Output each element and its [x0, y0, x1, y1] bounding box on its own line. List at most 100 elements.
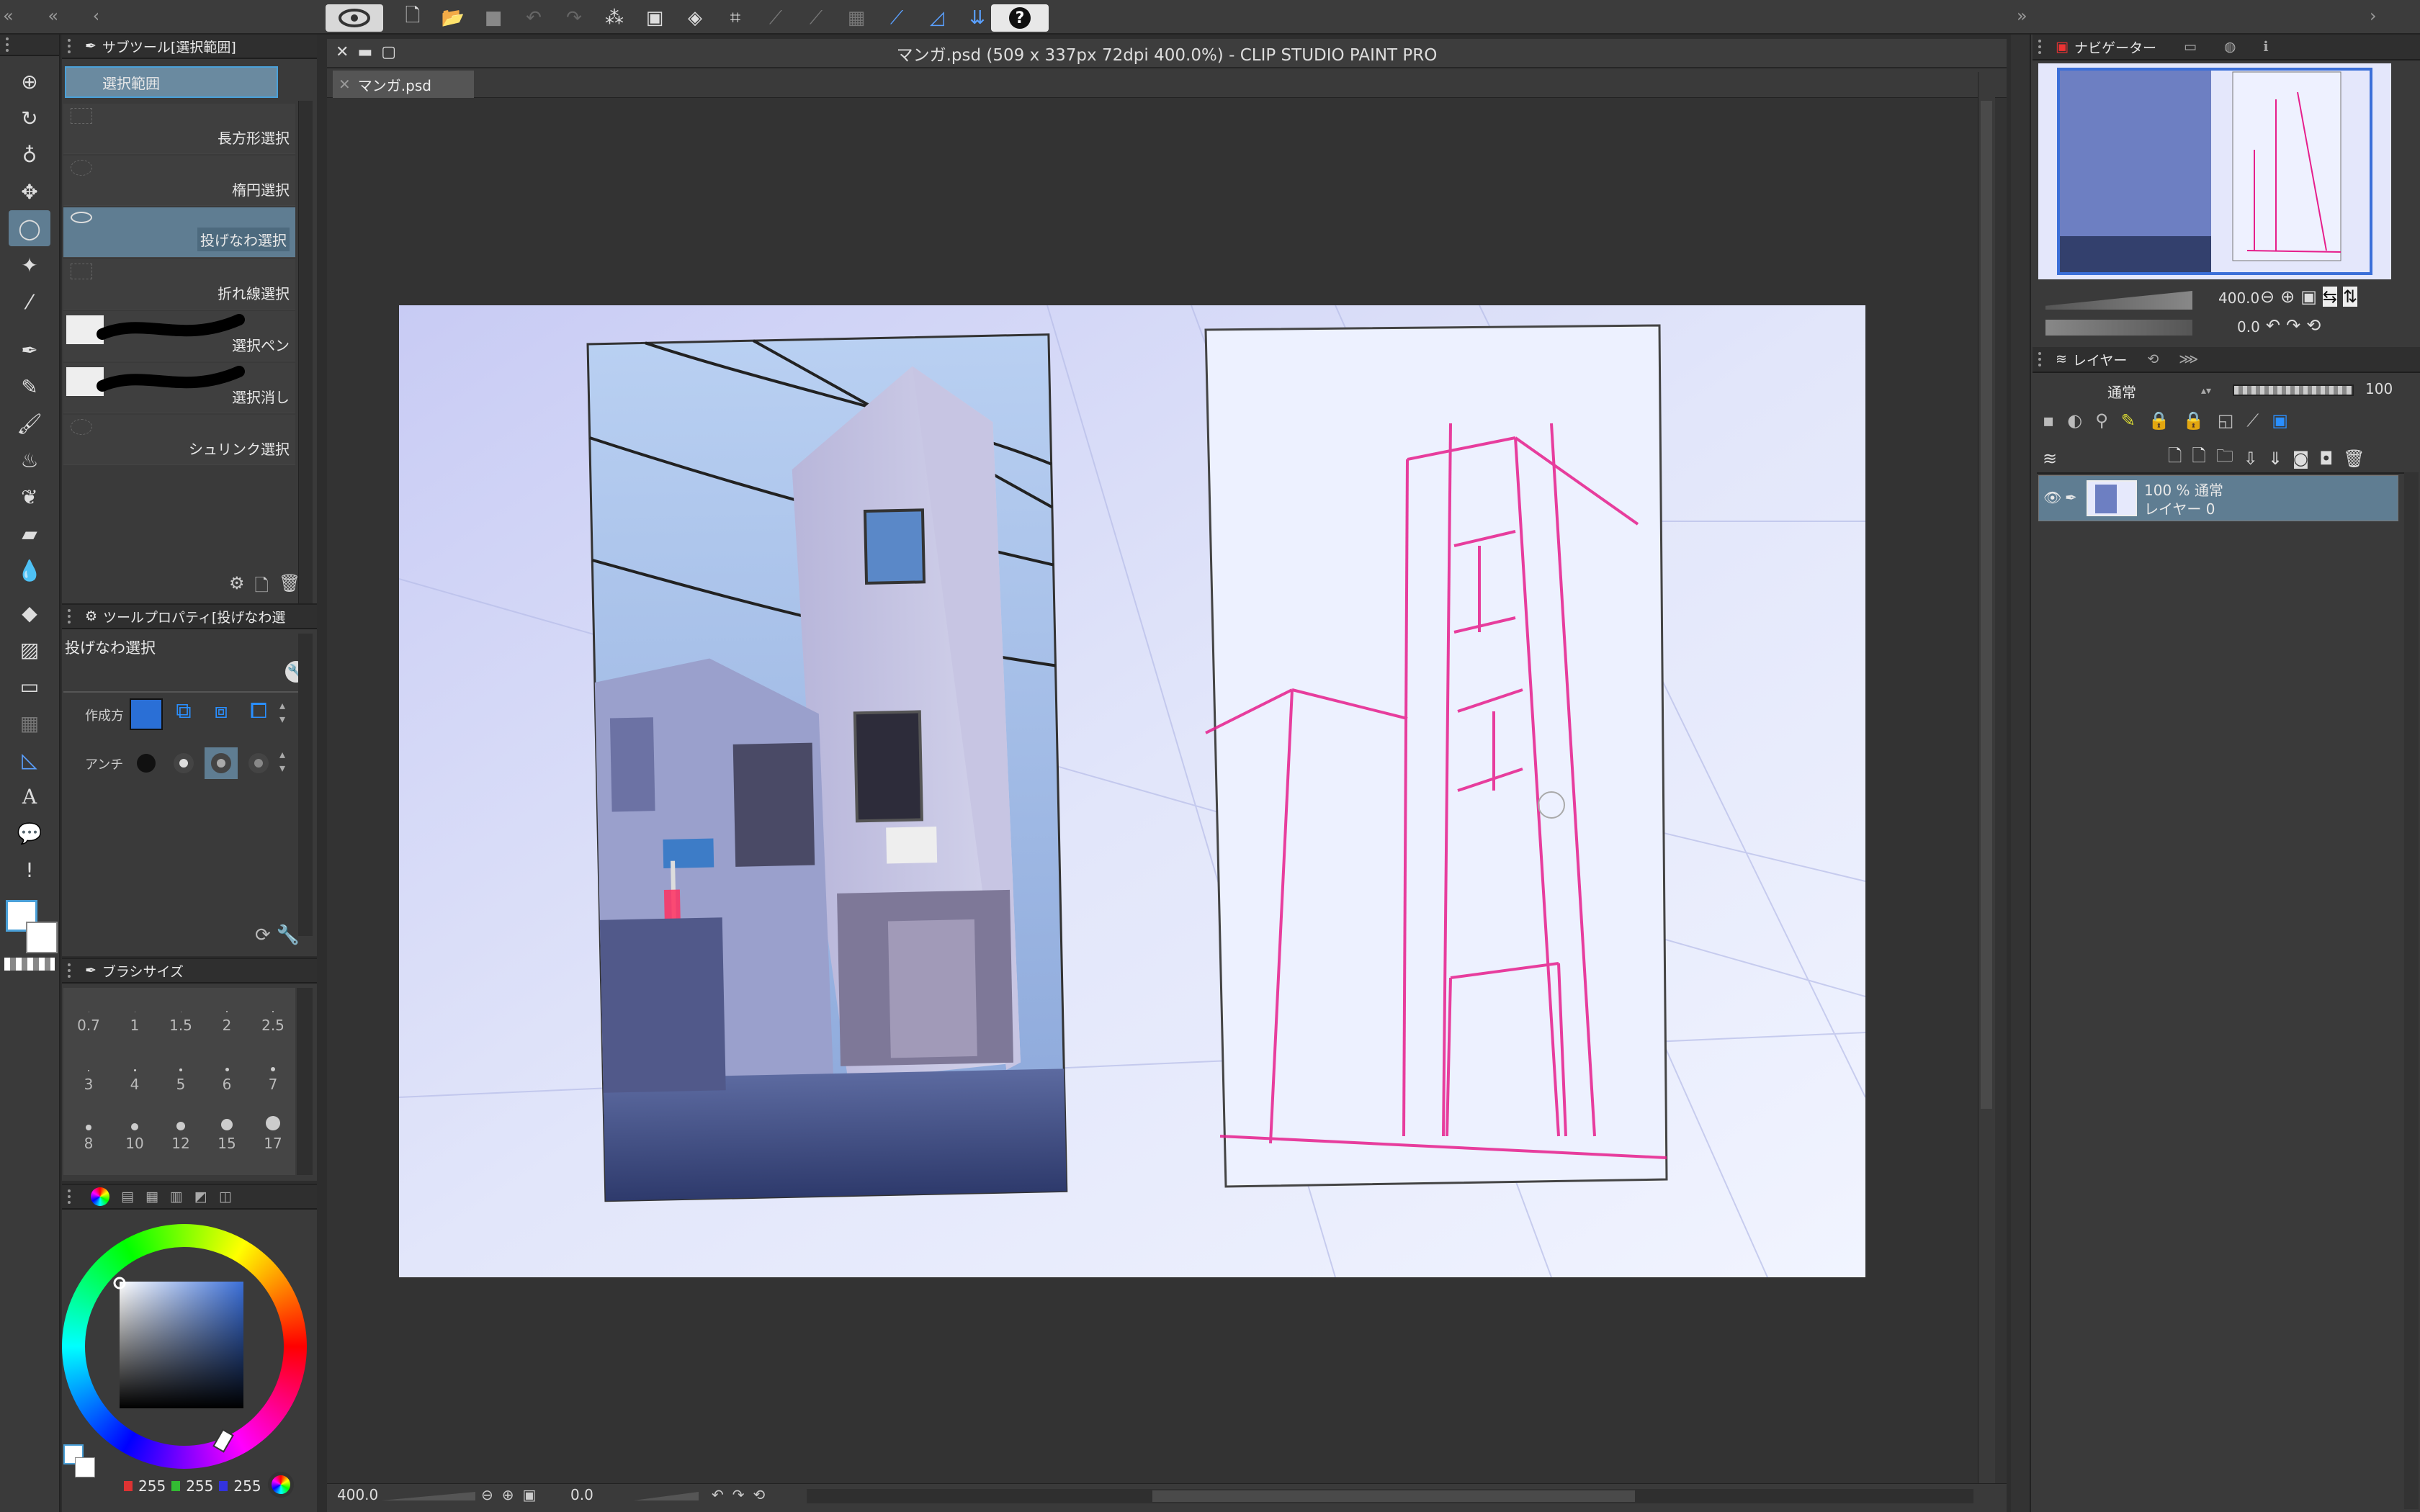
maximize-window-icon[interactable]: ▢ [381, 43, 396, 61]
navigator-preview[interactable] [2038, 63, 2391, 279]
brush-size-preset[interactable]: 1.5 [160, 991, 202, 1048]
brush-size-preset[interactable]: 17 [252, 1109, 294, 1166]
minimize-window-icon[interactable]: ▬ [357, 43, 372, 61]
reference-layer-icon[interactable]: ⚲ [2095, 410, 2108, 431]
canvas-tab[interactable]: ✕ マンガ.psd [333, 71, 474, 98]
search-layer-tab-icon[interactable]: ⋙ [2179, 351, 2198, 367]
layer-property-tab-icon[interactable]: ⟲ [2147, 351, 2159, 367]
fill-tool-icon[interactable]: ◆ [9, 595, 50, 631]
left-collapse-icons[interactable]: « « ‹ [3, 6, 114, 26]
new-raster-layer-icon[interactable]: 🗋 [2168, 444, 2182, 473]
brush-size-preset[interactable]: 5 [160, 1050, 202, 1107]
combine-down-icon[interactable]: ⇓ [2268, 449, 2282, 469]
info-tab-icon[interactable]: ℹ [2264, 39, 2269, 55]
color-sub-swatch-small[interactable] [75, 1457, 95, 1477]
rotate-left-icon[interactable]: ↶ [712, 1486, 724, 1503]
zoom-value[interactable]: 400.0 [337, 1486, 378, 1503]
auto-select-tool-icon[interactable]: ✦ [9, 247, 50, 283]
navigator-rotation-value[interactable]: 0.0 [2237, 318, 2260, 336]
navigator-title[interactable]: ナビゲーター [2074, 37, 2156, 57]
antialias-strong-button[interactable] [242, 747, 275, 779]
navigator-rotate-right-icon[interactable]: ↷ [2286, 315, 2300, 336]
antialias-weak-button[interactable] [167, 747, 200, 779]
color-wheel-tab-icon[interactable] [91, 1187, 109, 1206]
deselect-icon[interactable]: ⁂ [599, 3, 629, 33]
create-mode-stepper[interactable]: ▴ ▾ [279, 698, 292, 730]
subtool-rect-select[interactable]: 長方形選択 [63, 104, 295, 154]
special-ruler-snap-icon[interactable]: ⟋ [801, 3, 831, 33]
brush-size-preset[interactable]: 15 [206, 1109, 248, 1166]
zoom-in-icon[interactable]: ⊕ [502, 1486, 514, 1503]
antialias-medium-button[interactable] [205, 747, 238, 779]
app-logo-button[interactable] [326, 4, 383, 32]
blend-tool-icon[interactable]: 💧 [9, 552, 50, 588]
zoom-tool-icon[interactable]: ⊕ [9, 63, 50, 99]
opacity-value[interactable]: 100 [2365, 380, 2393, 397]
airbrush-tool-icon[interactable]: ♨ [9, 442, 50, 478]
transparent-color-swatch[interactable] [4, 958, 55, 971]
brush-size-preset[interactable]: 3 [68, 1050, 109, 1107]
right-collapse-icons[interactable]: » [2017, 6, 2027, 26]
pencil-tool-icon[interactable]: ✎ [9, 369, 50, 405]
navigator-zoom-in-icon[interactable]: ⊕ [2280, 287, 2295, 307]
layer-row[interactable]: 👁 ✒ 100 % 通常 レイヤー 0 [2038, 475, 2398, 521]
navigator-reset-rotation-icon[interactable]: ⟲ [2306, 315, 2321, 336]
rotate-right-icon[interactable]: ↷ [732, 1486, 745, 1503]
subtract-selection-button[interactable]: ⧈ [205, 698, 238, 730]
subtool-scrollbar[interactable] [298, 101, 313, 605]
sub-tool-detail-icon[interactable]: 🔧 [277, 924, 300, 946]
approx-color-tab-icon[interactable]: ◩ [194, 1189, 207, 1205]
navigator-rotation-slider[interactable] [2045, 320, 2192, 336]
layer-tab-icon[interactable]: ≋ [2056, 351, 2067, 367]
layer-color-icon[interactable]: ◐ [2067, 410, 2082, 431]
delete-layer-icon[interactable]: 🗑 [2343, 449, 2365, 469]
save-icon[interactable]: ■ [478, 3, 508, 33]
ruler-tool-icon[interactable]: ◺ [9, 742, 50, 778]
navigator-tab-icon[interactable]: ▣ [2056, 39, 2069, 55]
gradient-tool-icon[interactable]: ▨ [9, 631, 50, 667]
subtool-group-tab[interactable]: 選択範囲 [65, 66, 278, 98]
subtool-polyline-select[interactable]: 折れ線選択 [63, 259, 295, 310]
canvas-vertical-scroll-thumb[interactable] [1981, 101, 1992, 1109]
fit-view-icon[interactable]: ▣ [523, 1486, 537, 1503]
move-layer-tool-icon[interactable]: ✥ [9, 174, 50, 210]
perspective-ruler-icon[interactable]: ⟋ [882, 3, 912, 33]
brush-size-preset[interactable]: 12 [160, 1109, 202, 1166]
undo-icon[interactable]: ↶ [519, 3, 549, 33]
create-mask-icon[interactable]: ◙ [2293, 449, 2309, 469]
brush-size-preset[interactable]: 7 [252, 1050, 294, 1107]
item-bank-tab-icon[interactable]: ◍ [2224, 39, 2236, 55]
subtool-selection-eraser[interactable]: 選択消し [63, 363, 295, 413]
color-history-tab-icon[interactable]: ◫ [219, 1189, 232, 1205]
layer-panel-title[interactable]: レイヤー [2073, 350, 2127, 369]
brush-size-preset[interactable]: 10 [114, 1109, 156, 1166]
antialias-stepper[interactable]: ▴ ▾ [279, 747, 292, 779]
navigator-zoom-value[interactable]: 400.0 [2218, 289, 2259, 307]
sub-color-swatch[interactable] [26, 922, 58, 953]
reset-rotation-icon[interactable]: ⟲ [753, 1486, 766, 1503]
intermediate-color-tab-icon[interactable]: ▥ [170, 1189, 183, 1205]
navigator-flip-v-icon[interactable]: ⇅ [2343, 287, 2358, 307]
horizontal-scroll-thumb[interactable] [1152, 1490, 1635, 1502]
layer-mask-icon[interactable]: ▣ [2272, 410, 2288, 431]
reset-icon[interactable]: ⟳ [255, 924, 271, 946]
apply-mask-icon[interactable]: ◘ [2319, 449, 2333, 469]
lock-transparency-icon[interactable]: 🔒 [2183, 410, 2205, 431]
create-new-selection-button[interactable] [130, 698, 163, 730]
ruler-layer-icon[interactable]: ⟋ [2246, 410, 2259, 431]
rotation-value[interactable]: 0.0 [570, 1486, 593, 1503]
expression-color-icon[interactable]: ▪ [2043, 410, 2054, 431]
eyedropper-tool-icon[interactable]: ⁄ [9, 284, 50, 320]
right-collapse-arrow[interactable]: › [2370, 6, 2377, 26]
zoom-out-icon[interactable]: ⊖ [481, 1486, 493, 1503]
new-vector-layer-icon[interactable]: 🗋 [2192, 444, 2205, 473]
sub-view-tab-icon[interactable]: ▭ [2184, 39, 2197, 55]
crop-icon[interactable]: ▣ [640, 3, 670, 33]
close-window-icon[interactable]: ✕ [336, 43, 349, 61]
fill-icon[interactable]: ◈ [680, 3, 710, 33]
brush-size-preset[interactable]: 2.5 [252, 991, 294, 1048]
brush-size-preset[interactable]: 4 [114, 1050, 156, 1107]
clip-layer-icon[interactable]: ◱ [2218, 410, 2234, 431]
brush-size-preset[interactable]: 6 [206, 1050, 248, 1107]
figure-tool-icon[interactable]: ▭ [9, 668, 50, 704]
